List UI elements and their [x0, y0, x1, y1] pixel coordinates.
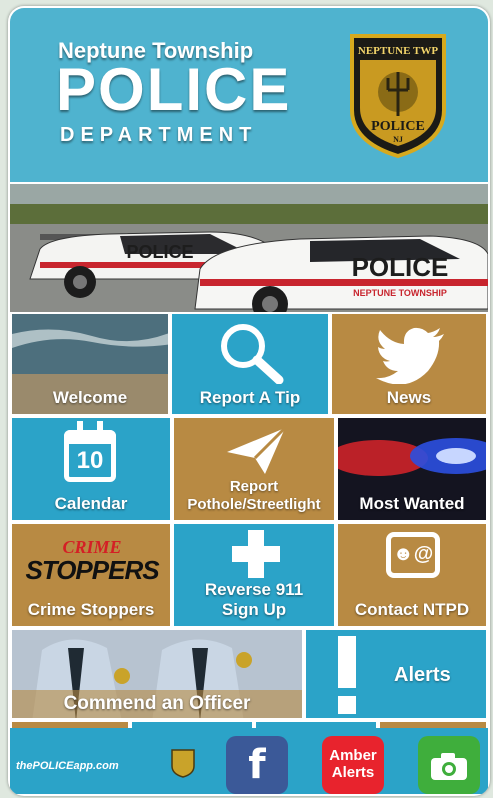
- car2-sub-text: NEPTUNE TOWNSHIP: [353, 288, 447, 298]
- small-badge-icon: [171, 749, 195, 778]
- header: Neptune Township POLICE DEPARTMENT NEPTU…: [10, 8, 488, 182]
- brand-police: POLICE: [56, 56, 292, 123]
- tile-most-wanted[interactable]: Most Wanted: [336, 416, 488, 522]
- tile-report-tip[interactable]: Report A Tip: [170, 312, 330, 416]
- car1-police-text: POLICE: [126, 242, 193, 262]
- facebook-button[interactable]: f: [226, 736, 288, 794]
- tile-contact[interactable]: ☻@ Contact NTPD: [336, 522, 488, 628]
- thepoliceapp-link[interactable]: thePOLICEapp.com: [16, 760, 119, 772]
- tile-report-tip-label: Report A Tip: [199, 388, 301, 407]
- tile-news[interactable]: News: [330, 312, 488, 416]
- tile-crime-stoppers-label: Crime Stoppers: [27, 600, 155, 619]
- police-badge-logo: NEPTUNE TWP POLICE NJ: [350, 34, 446, 159]
- plus-icon: [232, 530, 280, 578]
- crime-stoppers-logo: CRIME STOPPERS: [25, 537, 159, 585]
- calendar-icon: 10: [64, 421, 116, 482]
- tile-report-pothole-label: Report Pothole/Streetlight: [187, 478, 321, 513]
- tile-commend[interactable]: Commend an Officer: [10, 628, 304, 720]
- contact-card-icon: ☻@: [386, 532, 440, 578]
- camera-icon: [431, 753, 467, 780]
- camera-button[interactable]: [418, 736, 480, 794]
- tile-contact-label: Contact NTPD: [354, 600, 470, 619]
- badge-top-text: NEPTUNE TWP: [358, 45, 438, 57]
- tile-report-pothole[interactable]: Report Pothole/Streetlight: [172, 416, 336, 522]
- twitter-bird-icon: [376, 327, 444, 384]
- exclamation-icon: [336, 636, 358, 716]
- tile-welcome-label: Welcome: [52, 388, 128, 407]
- tile-reverse-911-label: Reverse 911 Sign Up: [204, 580, 304, 619]
- tile-alerts-label: Alerts: [394, 664, 451, 686]
- calendar-day-number: 10: [76, 447, 104, 474]
- app-screen: Neptune Township POLICE DEPARTMENT NEPTU…: [8, 6, 490, 796]
- tile-news-label: News: [386, 388, 432, 407]
- brand-department: DEPARTMENT: [60, 124, 258, 146]
- amber-alerts-button[interactable]: Amber Alerts: [322, 736, 384, 794]
- police-cars-image: POLICE POLICE NEPTUNE TOWNSHIP: [10, 184, 488, 312]
- tile-most-wanted-label: Most Wanted: [359, 494, 465, 513]
- badge-bottom-text: NJ: [393, 135, 403, 144]
- bottom-bar: thePOLICEapp.com f Amber Alerts: [10, 728, 488, 794]
- tile-commend-label: Commend an Officer: [12, 690, 302, 718]
- tile-alerts[interactable]: Alerts: [304, 628, 488, 720]
- tile-reverse-911[interactable]: Reverse 911 Sign Up: [172, 522, 336, 628]
- car2-police-text: POLICE: [352, 252, 449, 282]
- magnifier-icon: [221, 324, 284, 384]
- tile-calendar-label: Calendar: [54, 494, 128, 513]
- tile-welcome[interactable]: Welcome: [10, 312, 170, 416]
- banner-photo: POLICE POLICE NEPTUNE TOWNSHIP: [10, 184, 488, 312]
- tile-calendar[interactable]: 10 Calendar: [10, 416, 172, 522]
- paper-plane-icon: [227, 426, 287, 474]
- tile-crime-stoppers[interactable]: CRIME STOPPERS Crime Stoppers: [10, 522, 172, 628]
- badge-mid-text: POLICE: [371, 119, 425, 134]
